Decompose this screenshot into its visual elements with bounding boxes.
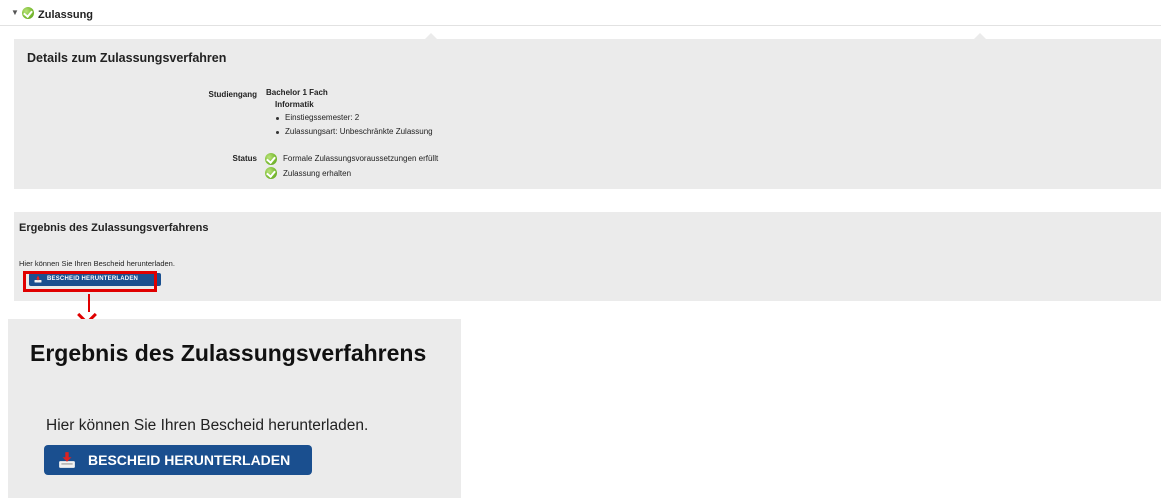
status-label: Status [232, 154, 257, 163]
details-heading: Details zum Zulassungsverfahren [27, 51, 227, 65]
zoom-download-button[interactable]: BESCHEID HERUNTERLADEN [44, 445, 312, 475]
panel-notch [974, 33, 986, 39]
status-item-1: Formale Zulassungsvoraussetzungen erfüll… [283, 154, 439, 163]
studiengang-value: Bachelor 1 Fach [266, 88, 328, 97]
highlight-box [23, 271, 157, 292]
zoom-heading: Ergebnis des Zulassungsverfahrens [30, 340, 427, 366]
check-icon [265, 167, 277, 179]
studiengang-label: Studiengang [208, 90, 257, 99]
section-header-zulassung[interactable]: ▼ Zulassung [0, 0, 1161, 26]
check-icon [22, 7, 34, 19]
bullet-icon [276, 117, 279, 120]
panel-notch [425, 33, 437, 39]
section-title: Zulassung [38, 9, 94, 21]
result-heading: Ergebnis des Zulassungsverfahrens [19, 222, 209, 234]
expand-arrow-icon[interactable]: ▼ [11, 9, 19, 17]
result-text: Hier können Sie Ihren Bescheid herunterl… [19, 259, 175, 268]
detail-bullet-1: Einstiegssemester: 2 [285, 113, 360, 122]
zoom-download-button-label: BESCHEID HERUNTERLADEN [88, 452, 291, 468]
bullet-icon [276, 131, 279, 134]
result-panel: Ergebnis des Zulassungsverfahrens Hier k… [14, 212, 1161, 301]
detail-bullet-2: Zulassungsart: Unbeschränkte Zulassung [285, 127, 433, 136]
zoom-text: Hier können Sie Ihren Bescheid herunterl… [46, 417, 369, 434]
download-icon [59, 452, 75, 468]
check-icon [265, 153, 277, 165]
fach-value: Informatik [275, 100, 314, 109]
zoomed-result-panel: Ergebnis des Zulassungsverfahrens Hier k… [8, 319, 461, 498]
divider [0, 25, 1161, 26]
details-panel: Details zum Zulassungsverfahren Studieng… [14, 33, 1161, 189]
status-item-2: Zulassung erhalten [283, 169, 352, 178]
